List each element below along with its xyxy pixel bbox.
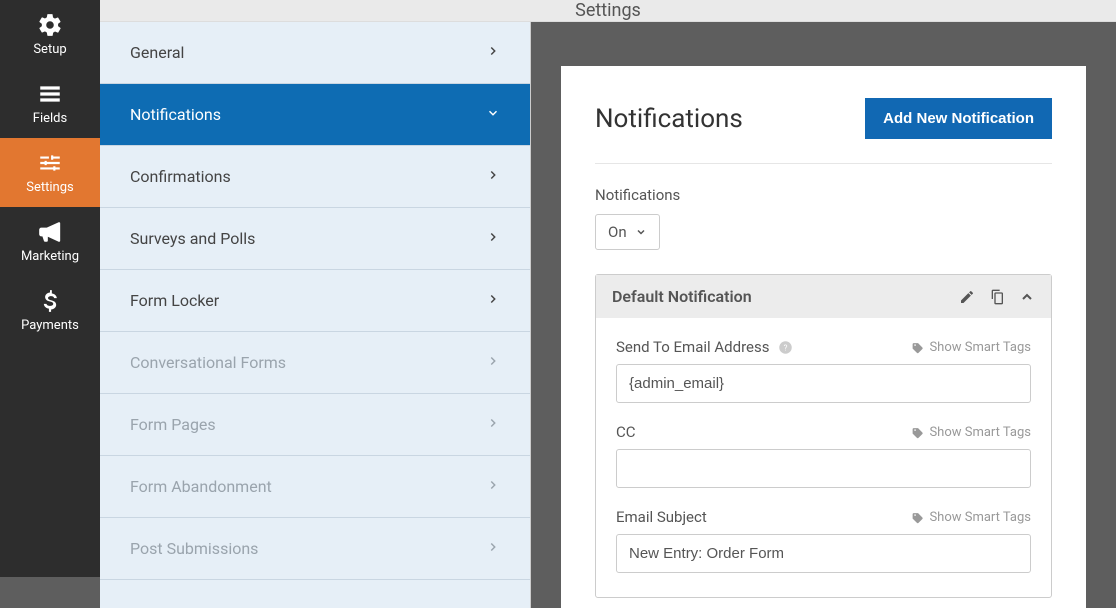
- settings-item-label: Notifications: [130, 105, 221, 124]
- cc-label: CC: [616, 423, 636, 441]
- settings-item-label: General: [130, 43, 184, 62]
- settings-item-notifications[interactable]: Notifications: [100, 84, 530, 146]
- smart-tags-toggle[interactable]: Show Smart Tags: [911, 425, 1031, 440]
- notification-box: Default Notification Send To Email Addre…: [595, 274, 1052, 598]
- chevron-right-icon: [486, 43, 500, 62]
- sidebar-item-label: Marketing: [21, 249, 79, 264]
- chevron-right-icon: [486, 167, 500, 186]
- chevron-right-icon: [486, 229, 500, 248]
- svg-text:?: ?: [784, 342, 788, 352]
- chevron-right-icon: [486, 539, 500, 558]
- bullhorn-icon: [37, 219, 63, 245]
- settings-item-form-abandonment[interactable]: Form Abandonment: [100, 456, 530, 518]
- notification-box-title: Default Notification: [612, 287, 752, 306]
- settings-item-form-pages[interactable]: Form Pages: [100, 394, 530, 456]
- smart-tags-label: Show Smart Tags: [929, 510, 1031, 525]
- chevron-right-icon: [486, 415, 500, 434]
- settings-item-label: Form Locker: [130, 291, 219, 310]
- settings-item-label: Confirmations: [130, 167, 231, 186]
- sliders-icon: [37, 150, 63, 176]
- page-header: Settings: [100, 0, 1116, 22]
- chevron-right-icon: [486, 291, 500, 310]
- add-notification-button[interactable]: Add New Notification: [865, 98, 1052, 139]
- tags-icon: [911, 511, 924, 524]
- edit-icon[interactable]: [959, 289, 975, 305]
- content-area: Notifications Add New Notification Notif…: [531, 22, 1116, 608]
- chevron-up-icon[interactable]: [1019, 289, 1035, 305]
- settings-item-general[interactable]: General: [100, 22, 530, 84]
- notifications-card: Notifications Add New Notification Notif…: [561, 66, 1086, 608]
- settings-item-label: Form Pages: [130, 415, 216, 434]
- smart-tags-label: Show Smart Tags: [929, 340, 1031, 355]
- notifications-toggle-select[interactable]: On: [595, 214, 660, 250]
- copy-icon[interactable]: [989, 289, 1005, 305]
- sidebar-item-fields[interactable]: Fields: [0, 69, 100, 138]
- list-icon: [37, 81, 63, 107]
- send-to-label: Send To Email Address: [616, 338, 769, 356]
- sidebar-item-label: Fields: [33, 111, 67, 126]
- settings-item-form-locker[interactable]: Form Locker: [100, 270, 530, 332]
- toggle-value: On: [608, 223, 627, 241]
- gear-icon: [37, 12, 63, 38]
- tags-icon: [911, 341, 924, 354]
- cc-input[interactable]: [616, 449, 1031, 488]
- settings-item-label: Form Abandonment: [130, 477, 272, 496]
- send-to-input[interactable]: [616, 364, 1031, 403]
- sidebar-item-label: Setup: [33, 42, 66, 57]
- chevron-right-icon: [486, 353, 500, 372]
- settings-item-confirmations[interactable]: Confirmations: [100, 146, 530, 208]
- chevron-down-icon: [635, 226, 647, 238]
- notifications-list-label: Notifications: [595, 186, 1052, 204]
- smart-tags-toggle[interactable]: Show Smart Tags: [911, 510, 1031, 525]
- card-title: Notifications: [595, 104, 743, 134]
- sidebar-item-settings[interactable]: Settings: [0, 138, 100, 207]
- sidebar-item-label: Payments: [21, 318, 79, 333]
- settings-item-label: Post Submissions: [130, 539, 258, 558]
- sidebar-item-label: Settings: [26, 180, 73, 195]
- sidebar-item-payments[interactable]: Payments: [0, 276, 100, 345]
- notification-box-header: Default Notification: [596, 275, 1051, 318]
- sidebar-item-marketing[interactable]: Marketing: [0, 207, 100, 276]
- settings-panel: General Notifications Confirmations Surv…: [100, 22, 531, 608]
- settings-item-surveys[interactable]: Surveys and Polls: [100, 208, 530, 270]
- tags-icon: [911, 426, 924, 439]
- smart-tags-label: Show Smart Tags: [929, 425, 1031, 440]
- chevron-right-icon: [486, 477, 500, 496]
- chevron-down-icon: [486, 105, 500, 124]
- dollar-icon: [37, 288, 63, 314]
- sidebar-item-setup[interactable]: Setup: [0, 0, 100, 69]
- settings-item-label: Conversational Forms: [130, 353, 286, 372]
- subject-input[interactable]: [616, 534, 1031, 573]
- page-title: Settings: [575, 0, 641, 21]
- settings-item-post-submissions[interactable]: Post Submissions: [100, 518, 530, 580]
- settings-item-conversational-forms[interactable]: Conversational Forms: [100, 332, 530, 394]
- smart-tags-toggle[interactable]: Show Smart Tags: [911, 340, 1031, 355]
- subject-label: Email Subject: [616, 508, 707, 526]
- help-icon[interactable]: ?: [777, 339, 793, 355]
- settings-item-label: Surveys and Polls: [130, 229, 255, 248]
- sidebar: Setup Fields Settings Marketing Payments: [0, 0, 100, 577]
